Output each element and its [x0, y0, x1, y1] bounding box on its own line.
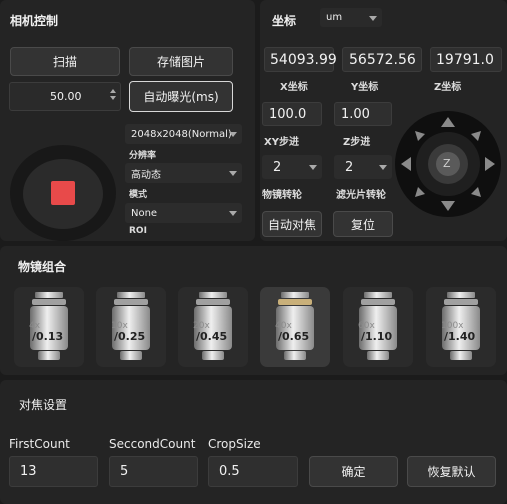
first-count-label: FirstCount: [9, 437, 70, 451]
confirm-button[interactable]: 确定: [309, 456, 398, 487]
unit-value: um: [326, 12, 343, 23]
roi-label: ROI: [129, 226, 147, 236]
resolution-value: 2048x2048(Normal): [131, 128, 232, 140]
z-coordinate-field: 19791.0: [430, 47, 502, 72]
reset-button[interactable]: 复位: [333, 211, 393, 237]
objective-card[interactable]: 100x/1.40: [426, 287, 496, 367]
stage-joystick[interactable]: Z: [395, 111, 501, 217]
objective-aperture: /0.65: [278, 330, 310, 343]
exposure-value: 50.00: [50, 90, 82, 103]
restore-default-button[interactable]: 恢复默认: [407, 456, 496, 487]
record-stop-icon[interactable]: [51, 181, 75, 205]
crop-size-input[interactable]: 0.5: [208, 456, 298, 487]
x-coordinate-field: 54093.99: [264, 47, 337, 72]
resolution-label: 分辨率: [129, 151, 157, 161]
y-coordinate-label: Y坐标: [351, 82, 379, 93]
exposure-input[interactable]: 50.00: [9, 82, 121, 111]
focus-settings-title: 对焦设置: [19, 398, 68, 412]
objective-wheel-select[interactable]: 2: [262, 155, 322, 179]
exposure-stepper-icon[interactable]: [110, 89, 116, 100]
xy-step-label: XY步进: [264, 137, 299, 148]
objective-card[interactable]: 4x/0.13: [14, 287, 84, 367]
second-count-input[interactable]: 5: [109, 456, 198, 487]
mode-label: 模式: [129, 190, 148, 200]
objective-card[interactable]: 20x/0.45: [178, 287, 248, 367]
z-coordinate-label: Z坐标: [434, 82, 462, 93]
second-count-label: SeccondCount: [109, 437, 196, 451]
chevron-down-icon: [379, 165, 387, 170]
unit-select[interactable]: um: [320, 8, 382, 27]
chevron-down-icon: [309, 165, 317, 170]
filter-wheel-value: 2: [345, 159, 354, 175]
coordinates-title: 坐标: [272, 14, 297, 28]
x-coordinate-label: X坐标: [280, 82, 308, 93]
z-step-label: Z步进: [343, 137, 371, 148]
objective-aperture: /0.45: [196, 330, 228, 343]
objective-card[interactable]: 60x/1.10: [343, 287, 413, 367]
crop-size-label: CropSize: [208, 437, 261, 451]
autofocus-button[interactable]: 自动对焦: [262, 211, 322, 237]
objective-wheel-label: 物镜转轮: [262, 190, 302, 201]
chevron-down-icon: [229, 171, 237, 176]
z-step-input[interactable]: 1.00: [334, 102, 392, 126]
resolution-select[interactable]: 2048x2048(Normal): [125, 124, 242, 144]
filter-wheel-select[interactable]: 2: [334, 155, 392, 179]
camera-control-title: 相机控制: [10, 14, 59, 28]
scan-button[interactable]: 扫描: [10, 47, 120, 76]
save-image-button[interactable]: 存储图片: [129, 47, 233, 76]
chevron-down-icon: [229, 211, 237, 216]
chevron-down-icon: [369, 15, 377, 21]
y-coordinate-field: 56572.56: [342, 47, 422, 72]
filter-wheel-label: 滤光片转轮: [336, 190, 386, 201]
objective-aperture: /0.13: [32, 330, 64, 343]
chevron-down-icon: [229, 132, 237, 137]
objective-aperture: /1.40: [444, 330, 476, 343]
objective-aperture: /1.10: [361, 330, 393, 343]
objective-card[interactable]: 10x/0.25: [96, 287, 166, 367]
objective-aperture: /0.25: [114, 330, 146, 343]
objective-card[interactable]: 40x/0.65: [260, 287, 330, 367]
mode-select[interactable]: 高动态: [125, 163, 242, 183]
objectives-title: 物镜组合: [18, 260, 67, 274]
mode-value: 高动态: [131, 169, 161, 181]
objective-wheel-value: 2: [273, 159, 282, 175]
xy-step-input[interactable]: 100.0: [262, 102, 322, 126]
first-count-input[interactable]: 13: [9, 456, 98, 487]
roi-select[interactable]: None: [125, 203, 242, 223]
roi-value: None: [131, 207, 158, 219]
z-knob-label[interactable]: Z: [443, 157, 451, 170]
auto-exposure-button[interactable]: 自动曝光(ms): [129, 81, 233, 112]
